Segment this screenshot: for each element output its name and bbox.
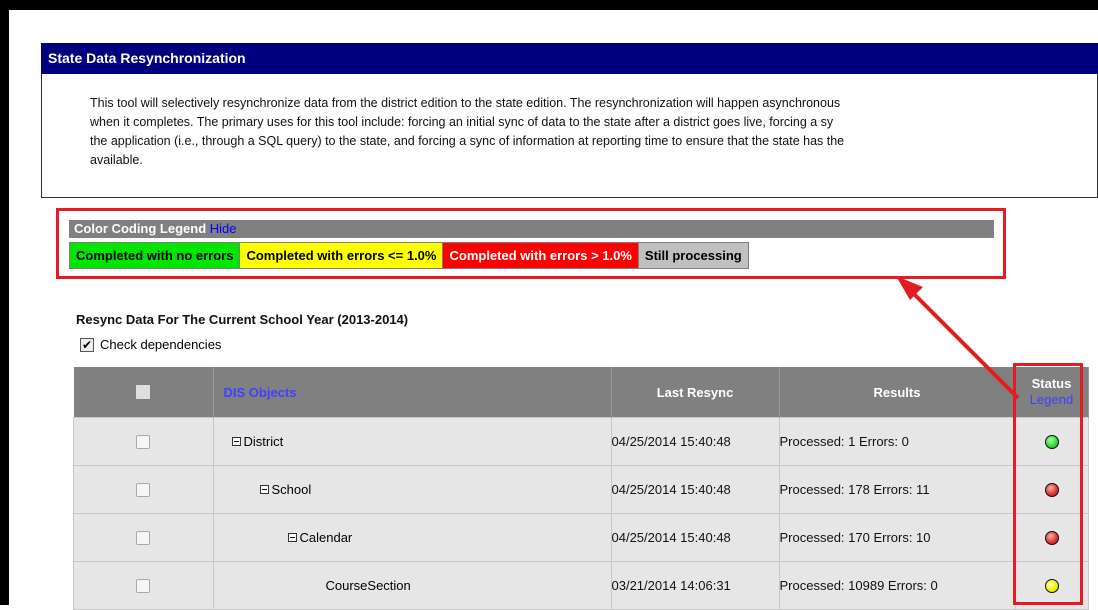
arrow-line (910, 290, 1020, 400)
annotation-arrow (896, 276, 1020, 400)
